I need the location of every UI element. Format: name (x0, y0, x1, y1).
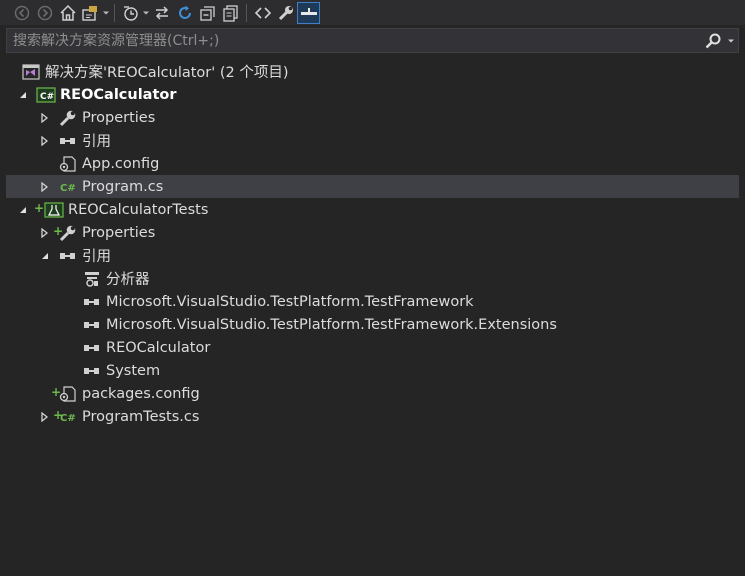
tree-item-packages-config[interactable]: + packages.config (6, 382, 739, 405)
pending-changes-icon[interactable] (119, 2, 142, 24)
reference-icon (82, 339, 102, 357)
reference-icon (82, 362, 102, 380)
expand-arrow-icon[interactable] (38, 175, 52, 198)
collapse-arrow-icon[interactable] (38, 244, 52, 267)
tree-item-reference[interactable]: System (6, 359, 739, 382)
search-box (6, 28, 739, 53)
solution-icon (21, 63, 41, 81)
tree-item-label: Microsoft.VisualStudio.TestPlatform.Test… (106, 293, 474, 310)
tree-item-program-cs[interactable]: C# Program.cs (6, 175, 739, 198)
toolbar-separator (114, 3, 115, 22)
tree-item-properties[interactable]: Properties (6, 106, 739, 129)
tree-item-label: 引用 (82, 249, 111, 265)
config-file-icon (58, 155, 78, 173)
tree-item-label: 解决方案'REOCalculator' (2 个项目) (45, 65, 289, 81)
collapse-all-icon[interactable] (196, 2, 219, 24)
tree-item-label: Program.cs (82, 178, 164, 195)
reference-icon (58, 247, 78, 265)
wrench-icon (58, 224, 78, 242)
tree-item-reference[interactable]: Microsoft.VisualStudio.TestPlatform.Test… (6, 290, 739, 313)
tree-item-label: REOCalculator (60, 86, 177, 103)
reference-icon (82, 316, 102, 334)
wrench-icon (58, 109, 78, 127)
back-icon[interactable] (10, 2, 33, 24)
tree-item-label: Microsoft.VisualStudio.TestPlatform.Test… (106, 316, 557, 333)
reference-icon (82, 293, 102, 311)
tree-item-label: 分析器 (106, 272, 150, 288)
view-code-icon[interactable] (251, 2, 274, 24)
forward-icon[interactable] (33, 2, 56, 24)
chevron-down-icon[interactable] (724, 30, 738, 52)
reference-icon (58, 132, 78, 150)
solution-tree: 解决方案'REOCalculator' (2 个项目) C# REOCalcul… (6, 60, 739, 428)
svg-text:C#: C# (60, 183, 76, 194)
chevron-down-icon[interactable] (142, 2, 150, 24)
tree-item-appconfig[interactable]: App.config (6, 152, 739, 175)
show-all-files-icon[interactable] (219, 2, 242, 24)
csharp-file-icon: C# (58, 178, 78, 196)
expand-arrow-icon[interactable] (38, 129, 52, 152)
config-file-icon (58, 385, 78, 403)
tree-item-label: 引用 (82, 134, 111, 150)
tree-item-project-reocalculator[interactable]: C# REOCalculator (6, 83, 739, 106)
test-project-icon (44, 201, 64, 219)
switch-views-icon[interactable] (79, 2, 102, 24)
collapse-arrow-icon[interactable] (16, 83, 30, 106)
tree-item-label: App.config (82, 155, 160, 172)
tree-item-solution[interactable]: 解决方案'REOCalculator' (2 个项目) (6, 60, 739, 83)
tree-item-label: ProgramTests.cs (82, 408, 200, 425)
tree-item-label: REOCalculator (106, 339, 211, 356)
search-input[interactable] (7, 28, 702, 53)
collapse-arrow-icon[interactable] (16, 198, 30, 221)
svg-text:C#: C# (60, 413, 76, 424)
expand-arrow-icon[interactable] (38, 106, 52, 129)
expand-arrow-icon[interactable] (38, 405, 52, 428)
tree-item-properties[interactable]: + Properties (6, 221, 739, 244)
home-icon[interactable] (56, 2, 79, 24)
refresh-icon[interactable] (173, 2, 196, 24)
tree-item-label: Properties (82, 109, 156, 126)
tree-item-label: REOCalculatorTests (68, 201, 209, 218)
toolbar (0, 0, 745, 25)
tree-item-label: Properties (82, 224, 156, 241)
added-plus-icon: + (34, 200, 45, 215)
tree-item-references[interactable]: 引用 (6, 244, 739, 267)
tree-item-reference[interactable]: Microsoft.VisualStudio.TestPlatform.Test… (6, 313, 739, 336)
tree-item-project-reocalculatortests[interactable]: + REOCalculatorTests (6, 198, 739, 221)
svg-text:C#: C# (40, 92, 54, 102)
toolbar-separator (246, 3, 247, 22)
tree-item-label: packages.config (82, 385, 200, 402)
csharp-file-icon: C# (58, 408, 78, 426)
search-icon[interactable] (702, 30, 724, 52)
tree-item-references[interactable]: 引用 (6, 129, 739, 152)
tree-item-reference[interactable]: REOCalculator (6, 336, 739, 359)
properties-icon[interactable] (274, 2, 297, 24)
expand-arrow-icon[interactable] (38, 221, 52, 244)
analyzer-icon (82, 270, 102, 288)
tree-item-programtests-cs[interactable]: + C# ProgramTests.cs (6, 405, 739, 428)
chevron-down-icon[interactable] (102, 2, 110, 24)
tree-item-label: System (106, 362, 161, 379)
csharp-project-icon: C# (36, 86, 56, 104)
preview-icon[interactable] (297, 1, 320, 24)
tree-item-analyzers[interactable]: 分析器 (6, 267, 739, 290)
sync-icon[interactable] (150, 2, 173, 24)
